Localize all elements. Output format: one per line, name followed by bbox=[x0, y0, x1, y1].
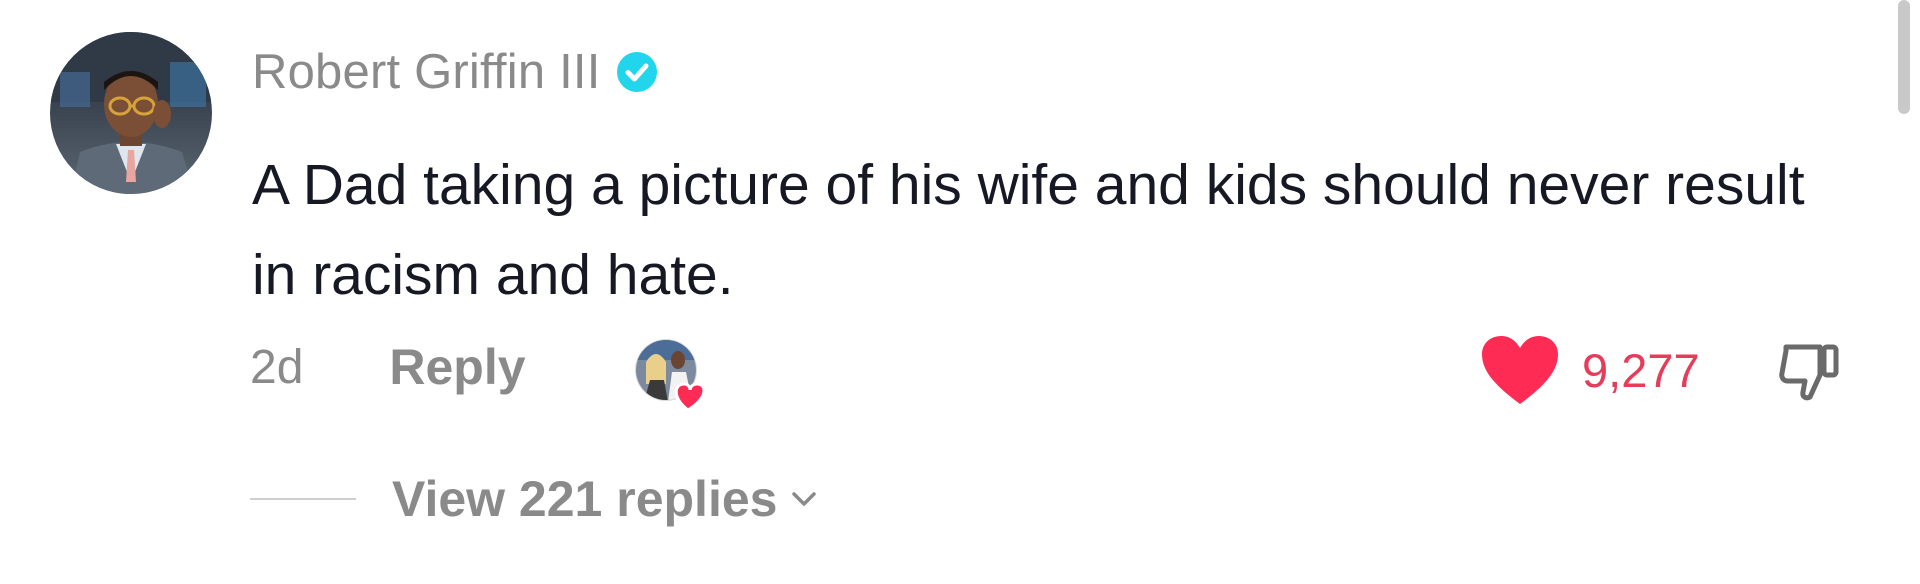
heart-icon bbox=[1482, 336, 1558, 404]
author-row: Robert Griffin III bbox=[252, 44, 659, 100]
comment-time: 2d bbox=[250, 340, 304, 394]
scrollbar[interactable] bbox=[1898, 0, 1910, 114]
comment: Robert Griffin III A Dad taking a pictur… bbox=[0, 0, 1920, 584]
verified-badge-icon bbox=[616, 52, 657, 92]
replies-divider bbox=[250, 498, 356, 500]
author-avatar[interactable] bbox=[50, 32, 212, 194]
reply-button[interactable]: Reply bbox=[389, 338, 525, 396]
creator-liked-icon bbox=[635, 339, 706, 412]
thumbs-down-icon[interactable] bbox=[1776, 337, 1846, 407]
like-button[interactable]: 9,277 bbox=[1480, 334, 1700, 406]
like-count: 9,277 bbox=[1582, 343, 1700, 397]
comment-text: A Dad taking a picture of his wife and k… bbox=[252, 153, 1805, 307]
view-replies-label: View 221 replies bbox=[392, 471, 778, 527]
chevron-down-icon bbox=[792, 492, 817, 506]
view-replies-button[interactable]: View 221 replies bbox=[250, 470, 821, 528]
author-name[interactable]: Robert Griffin III bbox=[252, 44, 601, 100]
comment-meta: 2d Reply bbox=[250, 338, 526, 396]
